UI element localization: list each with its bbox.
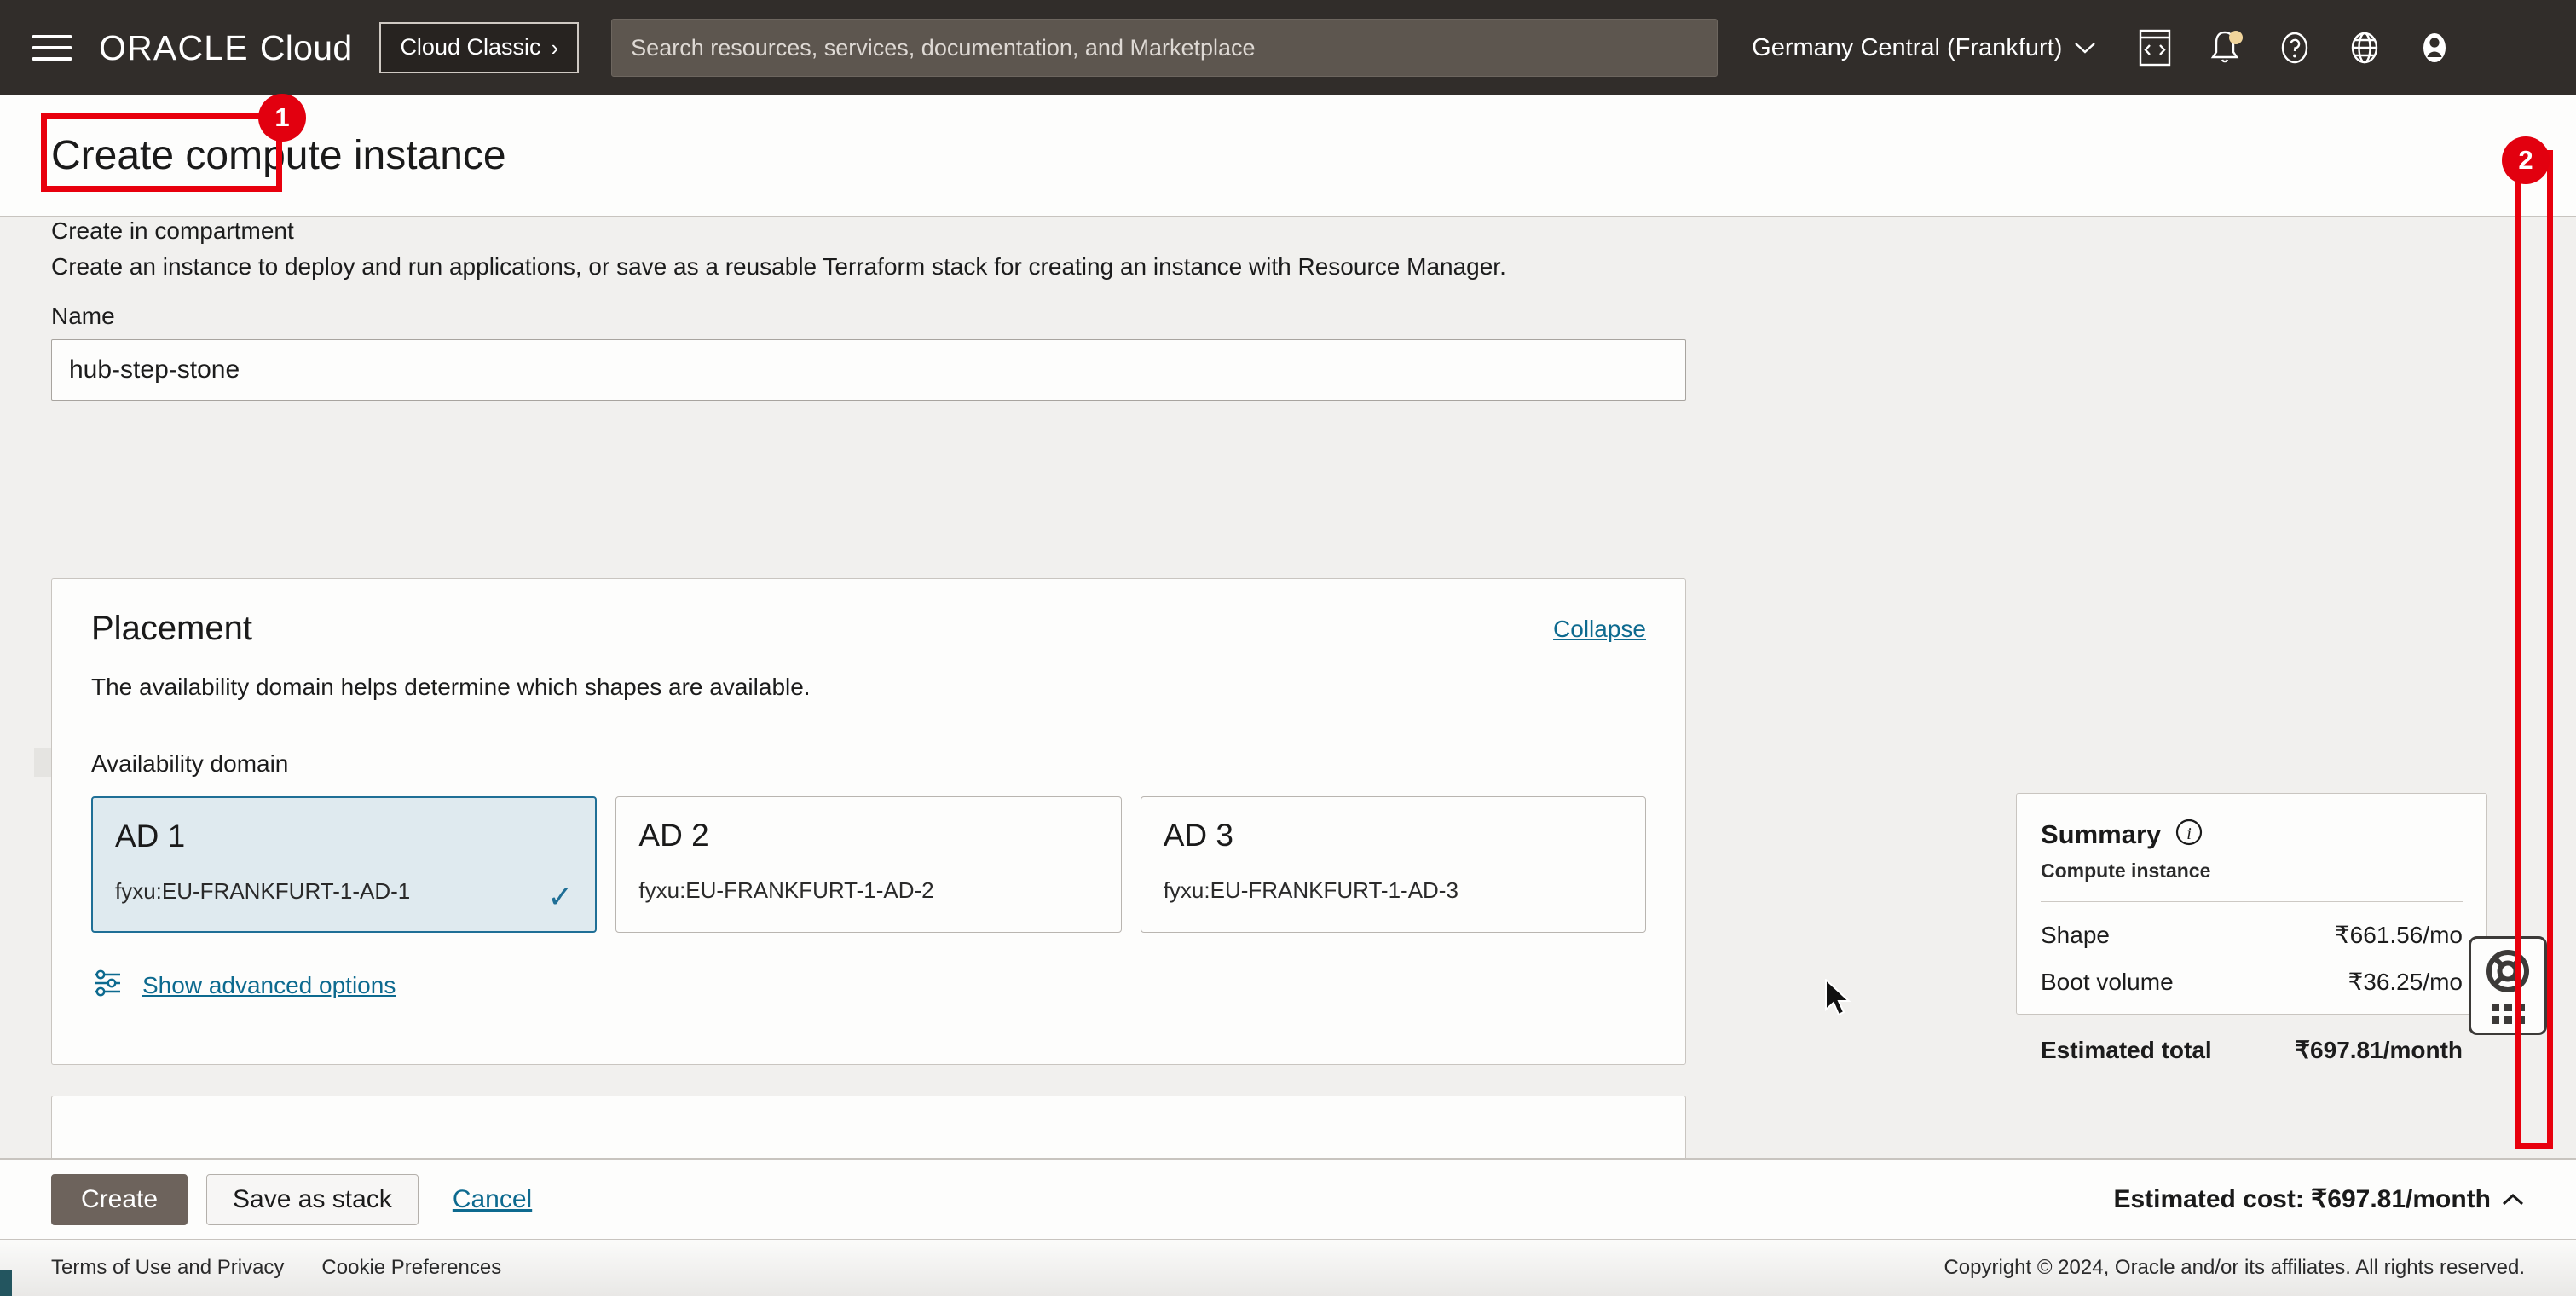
user-profile-icon[interactable] [2415,28,2454,67]
summary-row-value: ₹36.25/mo [2348,969,2463,995]
estimated-cost-label: Estimated cost: ₹697.81/month [2113,1185,2491,1213]
estimated-cost-toggle[interactable]: Estimated cost: ₹697.81/month [2113,1184,2525,1214]
summary-card: Summary i Compute instance Shape ₹661.56… [2016,793,2487,1063]
corner-accent-mark [0,1270,12,1296]
annotation-badge-1: 1 [258,94,306,142]
page-intro-text: Create an instance to deploy and run app… [51,253,1506,280]
summary-row-shape: Shape ₹661.56/mo [2041,921,2463,949]
summary-row-label: Boot volume [2041,968,2174,995]
availability-domain-card-ad1[interactable]: AD 1 fyxu:EU-FRANKFURT-1-AD-1 ✓ [91,796,598,933]
region-label: Germany Central (Frankfurt) [1752,33,2063,61]
global-header: ORACLE Cloud Cloud Classic › Germany Cen… [0,0,2576,95]
availability-domain-card-ad2[interactable]: AD 2 fyxu:EU-FRANKFURT-1-AD-2 [615,796,1122,933]
summary-row-total: Estimated total ₹697.81/month [2041,1036,2463,1064]
chevron-right-icon: › [551,34,559,61]
page-footer: Terms of Use and Privacy Cookie Preferen… [0,1239,2576,1296]
summary-row-label: Shape [2041,921,2110,948]
name-input-wrapper[interactable] [51,339,1686,401]
ad-card-title: AD 3 [1163,818,1233,853]
summary-total-label: Estimated total [2041,1036,2212,1063]
placement-panel-header: Placement Collapse [52,579,1685,648]
footer-links: Terms of Use and Privacy Cookie Preferen… [51,1256,501,1280]
oracle-wordmark: ORACLE [99,27,249,67]
cloud-classic-button[interactable]: Cloud Classic › [379,22,580,73]
summary-subtitle: Compute instance [2041,859,2211,882]
ad-card-subtitle: fyxu:EU-FRANKFURT-1-AD-3 [1163,877,1458,903]
cancel-link[interactable]: Cancel [453,1185,532,1214]
ad-card-subtitle: fyxu:EU-FRANKFURT-1-AD-2 [638,877,934,903]
svg-text:i: i [2187,824,2192,843]
save-as-stack-button[interactable]: Save as stack [206,1173,419,1225]
mouse-cursor [1824,977,1853,1024]
security-panel: Security Edit [51,1096,1686,1158]
placement-description: The availability domain helps determine … [91,674,811,700]
placement-collapse-link[interactable]: Collapse [1553,616,1646,643]
summary-row-boot-volume: Boot volume ₹36.25/mo [2041,968,2463,996]
help-question-icon[interactable] [2275,28,2314,67]
cloud-shell-icon[interactable] [2135,28,2175,67]
availability-domain-label: Availability domain [91,750,289,777]
cookie-preferences-link[interactable]: Cookie Preferences [321,1256,501,1280]
name-input[interactable] [69,356,1668,385]
page-title-bar: Create compute instance [0,95,2576,217]
ad-card-subtitle: fyxu:EU-FRANKFURT-1-AD-1 [115,878,411,904]
terms-of-use-link[interactable]: Terms of Use and Privacy [51,1256,284,1280]
security-panel-header: Security Edit [52,1096,1685,1158]
availability-domain-cards: AD 1 fyxu:EU-FRANKFURT-1-AD-1 ✓ AD 2 fyx… [52,778,1685,933]
copyright-text: Copyright © 2024, Oracle and/or its affi… [1944,1256,2525,1279]
summary-row-value: ₹661.56/mo [2334,922,2463,948]
life-preserver-icon [2485,948,2531,998]
create-button[interactable]: Create [51,1173,188,1225]
drag-dots-grid-icon[interactable] [2491,1003,2525,1024]
hamburger-menu-icon[interactable] [32,28,77,67]
floating-help-widget[interactable] [2469,936,2547,1035]
show-advanced-options-link[interactable]: Show advanced options [142,972,396,999]
language-globe-icon[interactable] [2345,28,2384,67]
summary-title-row: Summary i [2041,818,2463,851]
annotation-badge-2: 2 [2502,136,2550,184]
global-search[interactable] [611,19,1718,77]
cloud-classic-label: Cloud Classic [400,34,541,60]
summary-title: Summary [2041,819,2162,849]
search-input[interactable] [631,34,1699,61]
availability-domain-card-ad3[interactable]: AD 3 fyxu:EU-FRANKFURT-1-AD-3 [1140,796,1647,933]
main-content: Create an instance to deploy and run app… [0,217,2576,1158]
summary-total-value: ₹697.81/month [2295,1037,2463,1063]
summary-divider [2041,901,2463,902]
check-icon: ✓ [547,879,574,914]
show-advanced-options-row[interactable]: Show advanced options [52,933,1685,1002]
ad-card-title: AD 2 [638,818,709,853]
header-icon-group [2135,28,2454,67]
placement-title: Placement [91,610,252,647]
placement-panel: Placement Collapse The availability doma… [51,578,1686,1065]
compartment-field-label: Create in compartment [51,217,294,244]
sliders-settings-icon [91,969,124,1002]
info-italic-i-icon[interactable]: i [2175,818,2203,851]
region-selector[interactable]: Germany Central (Frankfurt) [1752,34,2096,62]
notifications-bell-icon[interactable] [2205,28,2244,67]
chevron-down-icon [2075,43,2096,54]
chevron-up-icon [2502,1193,2524,1205]
oracle-cloud-logo[interactable]: ORACLE Cloud [99,28,352,68]
ad-card-title: AD 1 [115,819,186,853]
name-field-label: Name [51,303,115,329]
bottom-action-bar: Create Save as stack Cancel Estimated co… [0,1158,2576,1239]
cloud-wordmark: Cloud [259,27,353,67]
